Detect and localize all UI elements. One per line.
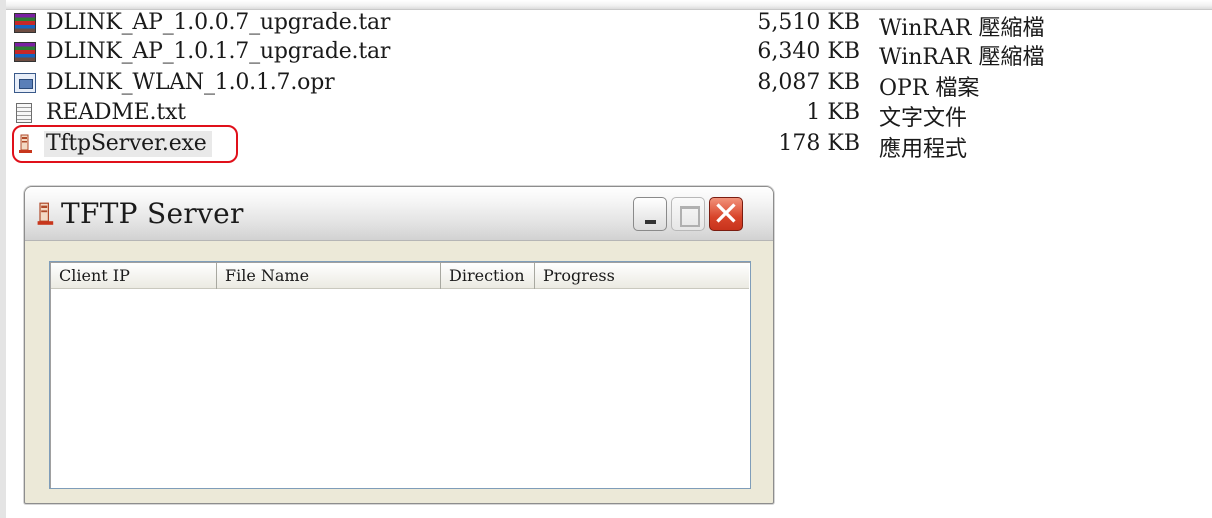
text-document-icon: [16, 103, 32, 123]
list-header: Client IP File Name Direction Progress: [51, 263, 749, 289]
close-button[interactable]: ✕: [709, 194, 743, 233]
maximize-button[interactable]: [671, 197, 705, 231]
opr-file-icon: [14, 73, 36, 93]
file-row[interactable]: README.txt 1 KB 文字文件: [0, 100, 1212, 131]
tftp-server-exe-icon: [19, 134, 32, 153]
file-size: 8,087 KB: [757, 70, 860, 95]
column-header-progress[interactable]: Progress: [535, 263, 749, 289]
transfers-list-view[interactable]: Client IP File Name Direction Progress: [49, 261, 751, 489]
file-type: WinRAR 壓縮檔: [879, 45, 1045, 70]
file-type: 應用程式: [879, 137, 968, 162]
file-name: README.txt: [46, 100, 186, 125]
close-icon: ✕: [712, 194, 740, 233]
file-row-selected[interactable]: TftpServer.exe 178 KB 應用程式: [0, 131, 1212, 162]
file-name: DLINK_AP_1.0.0.7_upgrade.tar: [46, 10, 391, 35]
file-type: WinRAR 壓縮檔: [879, 16, 1045, 41]
file-size: 6,340 KB: [757, 39, 860, 64]
winrar-archive-icon: [14, 13, 36, 33]
window-client-area: Client IP File Name Direction Progress: [29, 245, 769, 501]
file-row[interactable]: DLINK_AP_1.0.1.7_upgrade.tar 6,340 KB Wi…: [0, 39, 1212, 70]
file-name: DLINK_AP_1.0.1.7_upgrade.tar: [46, 39, 391, 64]
file-size: 5,510 KB: [757, 10, 860, 35]
file-row[interactable]: DLINK_AP_1.0.0.7_upgrade.tar 5,510 KB Wi…: [0, 10, 1212, 41]
column-header-file-name[interactable]: File Name: [217, 263, 441, 289]
file-name: DLINK_WLAN_1.0.1.7.opr: [46, 70, 335, 95]
winrar-archive-icon: [14, 42, 36, 62]
file-name: TftpServer.exe: [46, 131, 207, 156]
tftp-server-window[interactable]: TFTP Server ✕ Client IP File Name Direct…: [24, 186, 774, 504]
minimize-button[interactable]: [633, 197, 667, 231]
window-titlebar[interactable]: TFTP Server ✕: [25, 187, 773, 241]
file-type: OPR 檔案: [879, 76, 980, 101]
tftp-server-app-icon: [37, 202, 54, 225]
window-title: TFTP Server: [61, 197, 244, 230]
file-type: 文字文件: [879, 106, 968, 131]
column-header-client-ip[interactable]: Client IP: [51, 263, 217, 289]
list-top-edge: [0, 0, 1212, 10]
file-size: 178 KB: [778, 131, 860, 156]
file-size: 1 KB: [806, 100, 860, 125]
file-row[interactable]: DLINK_WLAN_1.0.1.7.opr 8,087 KB OPR 檔案: [0, 70, 1212, 101]
column-header-direction[interactable]: Direction: [441, 263, 535, 289]
list-body-empty[interactable]: [51, 290, 749, 486]
